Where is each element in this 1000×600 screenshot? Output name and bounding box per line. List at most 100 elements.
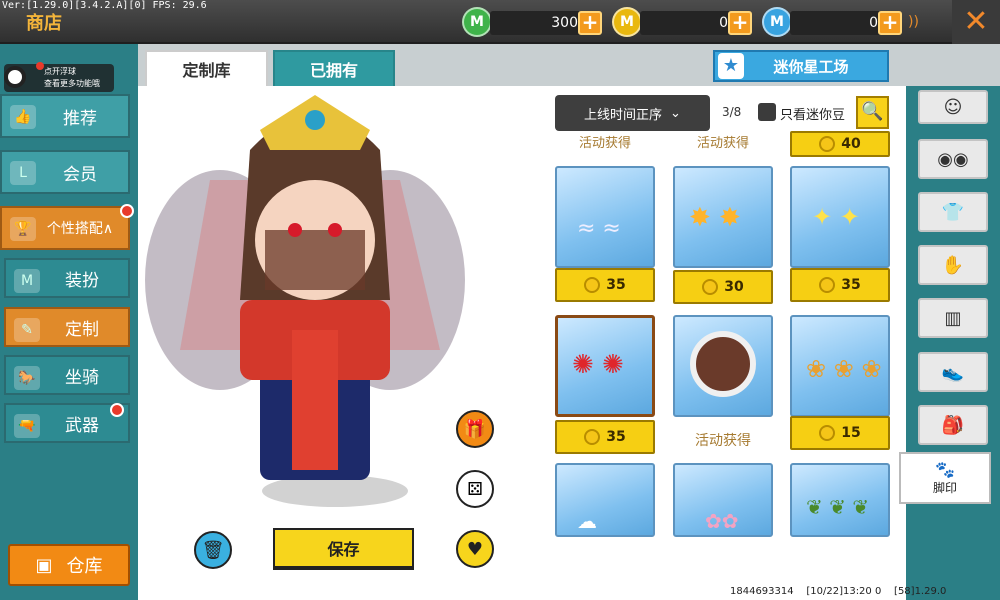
mini-coin-green-icon: M	[462, 7, 492, 37]
nav-custom[interactable]: ✎ 定制	[4, 307, 130, 347]
coin-icon	[819, 425, 836, 441]
search-button[interactable]: 🔍	[856, 96, 889, 129]
currency-gold-value: 0	[640, 11, 740, 35]
currency-blue-value: 0	[790, 11, 890, 35]
footprint-label: 脚印	[932, 481, 957, 495]
price-value: 30	[724, 279, 744, 295]
nav-label: 武器	[65, 415, 99, 436]
nav-label: 个性搭配∧	[46, 221, 114, 237]
category-face[interactable]: ☺	[918, 90, 988, 124]
item-card[interactable]	[673, 315, 773, 417]
price-tag[interactable]: 40	[790, 131, 890, 157]
coin-icon	[702, 279, 719, 295]
category-pants[interactable]: ▥	[918, 298, 988, 338]
nav-label: 定制	[65, 319, 99, 340]
pants-icon: ▥	[944, 307, 962, 329]
dice-icon[interactable]: ⚄	[456, 470, 494, 508]
nav-recommend[interactable]: 👍 推荐	[0, 94, 130, 138]
nav-dressup[interactable]: M 装扮	[4, 258, 130, 298]
nav-label: 装扮	[65, 270, 99, 291]
price-tag[interactable]: 35	[555, 420, 655, 454]
activity-label: 活动获得	[695, 433, 751, 449]
shirt-icon: M	[14, 269, 40, 293]
shirt-m-icon: 👕	[941, 201, 965, 223]
gun-icon: 🔫	[14, 414, 40, 438]
tab-owned[interactable]: 已拥有	[273, 50, 395, 86]
nav-label: 推荐	[63, 108, 97, 129]
add-bean-button[interactable]: +	[728, 11, 752, 35]
category-backpack[interactable]: 🎒	[918, 405, 988, 445]
item-card[interactable]: ❀ ❀ ❀	[790, 315, 890, 417]
timestamp: [10/22]13:20 0	[806, 586, 882, 597]
item-card-selected[interactable]: ✺ ✺	[555, 315, 655, 417]
coin-icon	[584, 277, 601, 293]
price-tag[interactable]: 35	[555, 268, 655, 302]
nav-vip[interactable]: L 会员	[0, 150, 130, 194]
pink-petal-icon: ✿✿	[705, 509, 739, 533]
item-card[interactable]: ☁	[555, 463, 655, 537]
heart-icon[interactable]: ♥	[456, 530, 494, 568]
close-button[interactable]: ✕	[952, 0, 1000, 44]
leaf-icon: ❦ ❦ ❦	[806, 495, 869, 519]
price-value: 35	[841, 277, 861, 293]
item-card[interactable]: ✸ ✸	[673, 166, 773, 268]
price-tag[interactable]: 35	[790, 268, 890, 302]
nav-label: 会员	[63, 164, 97, 185]
nav-personal-style[interactable]: 🏆 个性搭配∧	[0, 206, 130, 250]
footer-info: 1844693314 [10/22]13:20 0 [58]1.29.0	[730, 586, 946, 597]
signal-icon: ))	[908, 14, 919, 30]
trash-icon[interactable]: 🗑	[194, 531, 232, 569]
item-card[interactable]: ✿✿	[673, 463, 773, 537]
float-ball-icon[interactable]	[4, 66, 26, 88]
category-mask[interactable]: ◉◉	[918, 139, 988, 179]
item-card[interactable]: ❦ ❦ ❦	[790, 463, 890, 537]
face-icon: ☺	[943, 96, 963, 118]
paw-icon: 🐾	[935, 460, 955, 479]
sort-label: 上线时间正序	[584, 107, 663, 123]
mini-point-blue-icon: M	[762, 7, 792, 37]
star-icon: ★	[718, 53, 744, 79]
mini-bean-gold-icon: M	[612, 7, 642, 37]
price-tag[interactable]: 15	[790, 416, 890, 450]
mask-icon: ◉◉	[937, 148, 969, 170]
price-tag[interactable]: 30	[673, 270, 773, 304]
notify-dot	[120, 204, 134, 218]
coin-icon	[819, 277, 836, 293]
mount-icon: 🐎	[14, 366, 40, 390]
nav-label: 坐骑	[65, 367, 99, 388]
item-card[interactable]: ≈ ≈	[555, 166, 655, 268]
backpack-icon: 🎒	[941, 414, 965, 436]
category-top[interactable]: 👕	[918, 192, 988, 232]
add-point-button[interactable]: +	[878, 11, 902, 35]
price-value: 35	[606, 429, 626, 445]
glove-icon: ✋	[941, 254, 965, 276]
warehouse-button[interactable]: ▣ 仓库	[8, 544, 130, 586]
nav-mount[interactable]: 🐎 坐骑	[4, 355, 130, 395]
gift-icon[interactable]: 🎁	[456, 410, 494, 448]
float-hint-line1: 点开浮球	[44, 67, 76, 76]
character-avatar[interactable]	[140, 90, 470, 490]
user-id: 1844693314	[730, 586, 794, 597]
add-coin-button[interactable]: +	[578, 11, 602, 35]
save-button[interactable]: 保存	[273, 528, 414, 570]
tab-custom-library[interactable]: 定制库	[145, 50, 268, 86]
notify-dot	[110, 403, 124, 417]
page-title: 商店	[26, 13, 62, 34]
chest-icon: ▣	[35, 554, 53, 576]
currency-green-value: 300	[490, 11, 590, 35]
spark-icon: ✦ ✦	[812, 203, 860, 231]
vip-l-icon: L	[10, 161, 36, 185]
category-footprint[interactable]: 🐾 脚印	[899, 452, 991, 504]
only-minibean-label: 只看迷你豆	[780, 108, 846, 123]
red-flower-icon: ✺ ✺	[572, 350, 624, 380]
category-shoes[interactable]: 👟	[918, 352, 988, 392]
coin-icon	[819, 136, 836, 152]
category-glove[interactable]: ✋	[918, 245, 988, 285]
build-version: [58]1.29.0	[894, 586, 947, 597]
paw-print-icon: ❀ ❀ ❀	[806, 355, 882, 383]
item-card[interactable]: ✦ ✦	[790, 166, 890, 268]
cloud-icon: ☁	[577, 509, 597, 533]
thumb-up-icon: 👍	[10, 105, 36, 129]
sort-dropdown[interactable]: 上线时间正序 ⌄	[555, 95, 710, 131]
only-minibean-checkbox[interactable]	[758, 103, 776, 121]
